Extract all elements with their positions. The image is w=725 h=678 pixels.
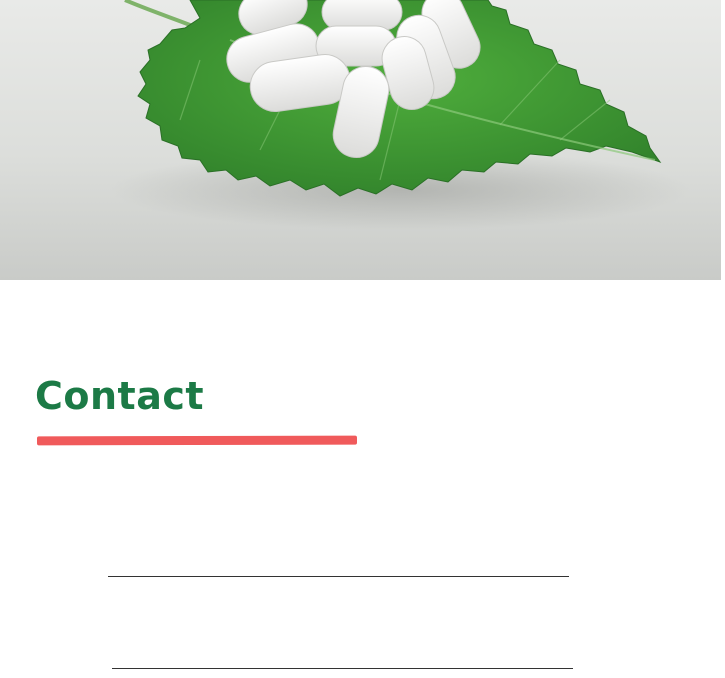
contact-page: Contact bbox=[0, 0, 725, 678]
contact-form-field[interactable] bbox=[108, 576, 569, 577]
page-edge bbox=[721, 0, 725, 280]
title-accent-bar bbox=[36, 435, 358, 446]
pills-on-leaf-photo bbox=[110, 0, 690, 230]
page-title: Contact bbox=[35, 374, 205, 418]
hero-image-pills-on-leaf bbox=[0, 0, 721, 280]
contact-form-field[interactable] bbox=[112, 668, 573, 669]
